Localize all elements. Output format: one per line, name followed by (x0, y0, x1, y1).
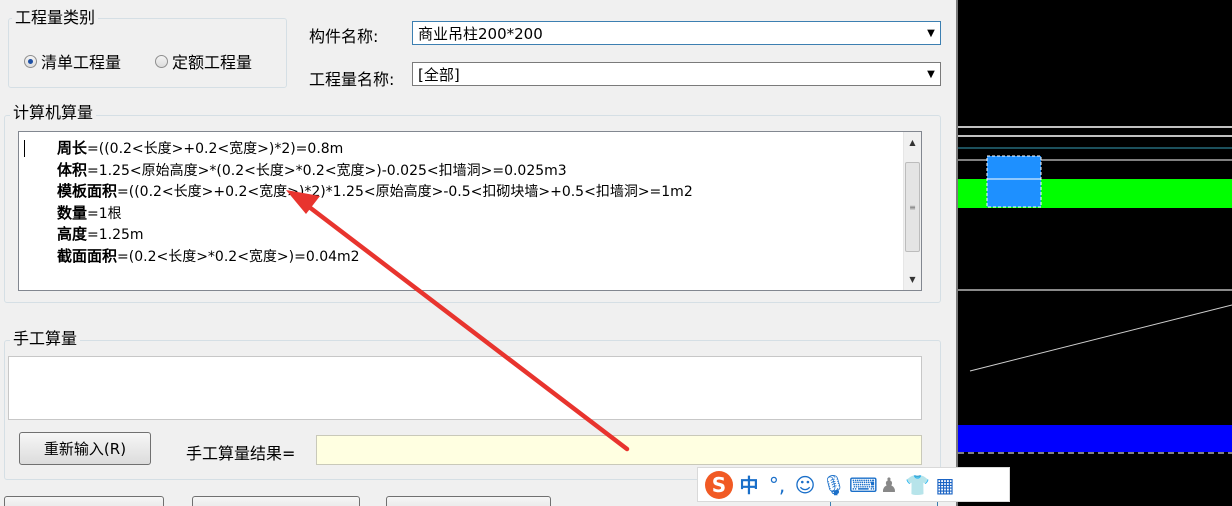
radio-quota-quantity-label: 定额工程量 (172, 53, 253, 72)
computer-calc-title: 计算机算量 (10, 104, 97, 122)
bottom-button-1[interactable] (4, 496, 164, 506)
quantity-type-title: 工程量类别 (12, 9, 99, 27)
text-cursor (24, 140, 25, 157)
dropdown-arrow-icon[interactable]: ▼ (922, 63, 940, 85)
blue-band (958, 425, 1232, 452)
radio-quota-quantity[interactable]: 定额工程量 (155, 49, 252, 73)
radio-bill-quantity[interactable]: 清单工程量 (24, 49, 121, 73)
manual-calc-title: 手工算量 (10, 330, 81, 348)
skin-shirt-icon[interactable]: 👕 (905, 473, 930, 497)
calc-line: 截面面积=(0.2<长度>*0.2<宽度>)=0.04m2 (57, 246, 360, 265)
computer-calc-textarea[interactable]: 周长=((0.2<长度>+0.2<宽度>)*2)=0.8m 体积=1.25<原始… (18, 131, 922, 291)
canvas-line-diagonal (969, 304, 1232, 372)
radio-selected-icon (24, 54, 37, 68)
bottom-button-2[interactable] (192, 496, 360, 506)
ime-toolbar[interactable]: S 中 °, ☺ 🎙 ⌨ ♟ 👕 ▦ (697, 467, 1010, 502)
vertical-scrollbar[interactable]: ▲ ≡ ▼ (903, 132, 921, 290)
ime-mode-toggle[interactable]: 中 (737, 471, 761, 498)
microphone-icon[interactable]: 🎙 (821, 473, 846, 497)
calc-line: 高度=1.25m (57, 225, 144, 243)
manual-result-label: 手工算量结果= (186, 444, 296, 463)
keyboard-icon[interactable]: ⌨ (849, 473, 878, 497)
selected-column-block (987, 156, 1041, 207)
calc-line: 周长=((0.2<长度>+0.2<宽度>)*2)=0.8m (57, 139, 344, 157)
drawing-svg (958, 126, 1232, 454)
component-name-select[interactable]: 商业吊柱200*200 ▼ (412, 21, 941, 45)
sogou-logo-icon[interactable]: S (705, 470, 733, 499)
toolbox-grid-icon[interactable]: ▦ (933, 473, 957, 497)
scroll-thumb[interactable]: ≡ (905, 162, 920, 252)
calc-line: 数量=1根 (57, 203, 122, 222)
quantity-name-label: 工程量名称: (309, 70, 395, 89)
punctuation-icon[interactable]: °, (765, 473, 789, 497)
quantity-name-select[interactable]: [全部] ▼ (412, 62, 941, 86)
manual-result-field[interactable] (316, 435, 922, 465)
calc-lines: 周长=((0.2<长度>+0.2<宽度>)*2)=0.8m 体积=1.25<原始… (57, 138, 693, 267)
radio-bill-quantity-label: 清单工程量 (41, 53, 122, 72)
scroll-up-icon[interactable]: ▲ (904, 134, 921, 151)
bottom-button-3[interactable] (386, 496, 551, 506)
component-name-value: 商业吊柱200*200 (418, 24, 543, 43)
quantity-name-value: [全部] (418, 65, 460, 84)
component-name-label: 构件名称: (309, 27, 379, 46)
panel-splitter[interactable] (948, 0, 958, 506)
manual-calc-input[interactable] (8, 356, 922, 420)
user-icon[interactable]: ♟ (877, 473, 901, 497)
calc-line: 体积=1.25<原始高度>*(0.2<长度>*0.2<宽度>)-0.025<扣墙… (57, 160, 567, 179)
dropdown-arrow-icon[interactable]: ▼ (922, 22, 940, 44)
reenter-button[interactable]: 重新输入(R) (19, 432, 151, 465)
drawing-canvas[interactable] (958, 0, 1232, 506)
emoji-icon[interactable]: ☺ (793, 473, 817, 497)
radio-unselected-icon (155, 54, 168, 68)
scroll-down-icon[interactable]: ▼ (904, 271, 921, 288)
calc-line: 模板面积=((0.2<长度>+0.2<宽度>)*2)*1.25<原始高度>-0.… (57, 182, 693, 200)
